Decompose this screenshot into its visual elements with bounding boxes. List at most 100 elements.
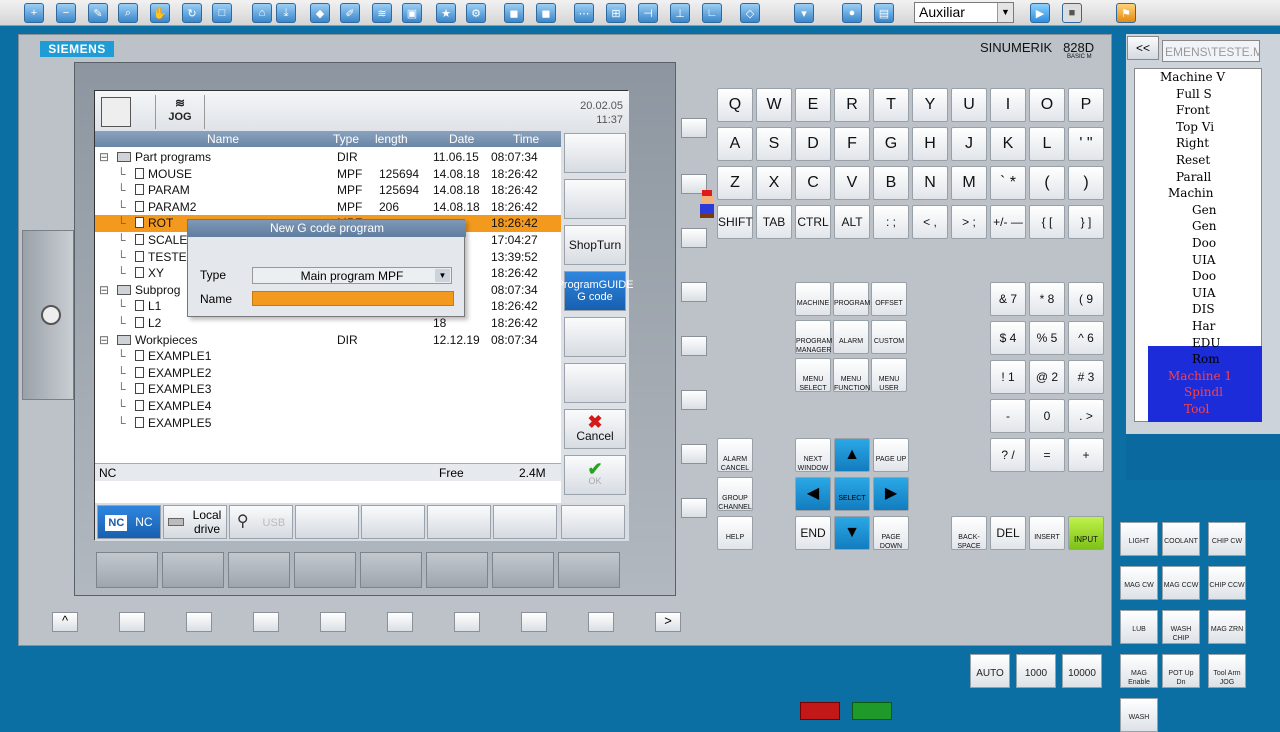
etc-button[interactable]: > <box>655 612 681 632</box>
key-row1-0[interactable]: Q <box>717 88 753 122</box>
tree-node[interactable]: Full S <box>1176 87 1212 101</box>
alarm-cancel-key[interactable]: ALARM CANCEL <box>717 438 753 472</box>
numpad-key-5[interactable]: ^ 6 <box>1068 321 1104 355</box>
machine-key-4[interactable]: MAG CCW <box>1162 566 1200 600</box>
machine-key-1[interactable]: COOLANT <box>1162 522 1200 556</box>
arrow-right-key[interactable]: ▶ <box>873 477 909 511</box>
key-row2-8[interactable]: L <box>1029 127 1065 161</box>
type-select[interactable]: Main program MPF ▼ <box>252 267 452 284</box>
softkey-r1[interactable] <box>564 133 626 173</box>
machine-key-13[interactable]: 1000 <box>1016 654 1056 688</box>
key-row1-6[interactable]: U <box>951 88 987 122</box>
angle-icon[interactable]: ∟ <box>702 3 722 23</box>
model-icon[interactable]: ◆ <box>310 3 330 23</box>
folder-row[interactable]: ⊟ Workpieces DIR 12.12.19 08:07:34 <box>95 332 561 349</box>
hw-softkey[interactable] <box>681 390 707 410</box>
play-icon[interactable]: ▶ <box>1030 3 1050 23</box>
key-row1-5[interactable]: Y <box>912 88 948 122</box>
next-window-key[interactable]: NEXT WINDOW <box>795 438 831 472</box>
nc-button[interactable]: NC NC <box>97 505 161 539</box>
chevron-down-icon[interactable]: ▼ <box>435 269 450 282</box>
stop-icon[interactable]: ■ <box>1062 3 1082 23</box>
machine-key-12[interactable]: AUTO <box>970 654 1010 688</box>
hw-softkey-bottom[interactable] <box>454 612 480 632</box>
key-row2-3[interactable]: F <box>834 127 870 161</box>
select-box-icon[interactable]: □ <box>212 3 232 23</box>
tree-node[interactable]: Doo <box>1192 269 1216 283</box>
help-key[interactable]: HELP <box>717 516 753 550</box>
key-row3-0[interactable]: Z <box>717 166 753 200</box>
tree-node[interactable]: UIA <box>1192 253 1216 267</box>
hw-softkey-bottom[interactable] <box>119 612 145 632</box>
numpad-key-2[interactable]: ( 9 <box>1068 282 1104 316</box>
zoom-in-icon[interactable]: + <box>24 3 44 23</box>
name-input[interactable] <box>252 291 454 306</box>
key-row4-8[interactable]: { [ <box>1029 205 1065 239</box>
func-key-1[interactable]: PROGRAM <box>833 282 870 316</box>
file-row[interactable]: └ EXAMPLE1 <box>95 348 561 365</box>
softkey-b5[interactable] <box>361 505 425 539</box>
hw-softkey-bottom[interactable] <box>320 612 346 632</box>
machine-key-3[interactable]: MAG CW <box>1120 566 1158 600</box>
end-key[interactable]: END <box>795 516 831 550</box>
file-row[interactable]: └ EXAMPLE2 <box>95 365 561 382</box>
numpad-key-7[interactable]: @ 2 <box>1029 360 1065 394</box>
select-key[interactable]: SELECT <box>834 477 870 511</box>
file-row[interactable]: └ EXAMPLE5 <box>95 415 561 432</box>
func-key-8[interactable]: MENU USER <box>871 358 907 392</box>
numpad-key-0[interactable]: & 7 <box>990 282 1026 316</box>
hw-softkey[interactable] <box>681 282 707 302</box>
download-icon[interactable]: ⤓ <box>276 3 296 23</box>
star-icon[interactable]: ★ <box>436 3 456 23</box>
tree-node[interactable]: Right <box>1176 136 1209 150</box>
cart-icon[interactable]: ⚑ <box>1116 3 1136 23</box>
key-row4-2[interactable]: CTRL <box>795 205 831 239</box>
tree-node[interactable]: Har <box>1192 319 1215 333</box>
numpad-key-12[interactable]: ? / <box>990 438 1026 472</box>
page-down-key[interactable]: PAGE DOWN <box>873 516 909 550</box>
path-field[interactable]: EMENS\TESTE.M <box>1162 40 1260 62</box>
numpad-key-8[interactable]: # 3 <box>1068 360 1104 394</box>
hw-softkey-bottom[interactable] <box>186 612 212 632</box>
input-key[interactable]: INPUT <box>1068 516 1104 550</box>
machine-key-5[interactable]: CHIP CCW <box>1208 566 1246 600</box>
file-row[interactable]: └ PARAM MPF 125694 14.08.18 18:26:42 <box>95 182 561 199</box>
key-row2-2[interactable]: D <box>795 127 831 161</box>
cancel-button[interactable]: ✖ Cancel <box>564 409 626 449</box>
tree-node[interactable]: Rom <box>1192 352 1220 366</box>
key-row2-5[interactable]: H <box>912 127 948 161</box>
func-key-4[interactable]: ALARM <box>833 320 869 354</box>
window-switch-icon[interactable] <box>101 97 131 127</box>
arrow-left-key[interactable]: ◀ <box>795 477 831 511</box>
softkey-b7[interactable] <box>493 505 557 539</box>
numpad-key-9[interactable]: - <box>990 399 1026 433</box>
key-row3-5[interactable]: N <box>912 166 948 200</box>
numpad-key-6[interactable]: ! 1 <box>990 360 1026 394</box>
machine-key-10[interactable]: POT Up Dn <box>1162 654 1200 688</box>
tree-node[interactable]: Reset <box>1176 153 1210 167</box>
softkey-r6[interactable] <box>564 363 626 403</box>
machine-key-2[interactable]: CHIP CW <box>1208 522 1246 556</box>
auxiliar-select[interactable]: Auxiliar ▼ <box>914 2 1014 23</box>
usb-button[interactable]: ⚲ USB <box>229 505 293 539</box>
key-row2-9[interactable]: ' " <box>1068 127 1104 161</box>
numpad-key-13[interactable]: = <box>1029 438 1065 472</box>
zoom-window-icon[interactable]: ⌕ <box>118 3 138 23</box>
hw-softkey-bottom[interactable] <box>387 612 413 632</box>
machine-key-11[interactable]: Tool Arm JOG <box>1208 654 1246 688</box>
arrow-down-key[interactable]: ▼ <box>834 516 870 550</box>
hw-softkey[interactable] <box>681 444 707 464</box>
cube-solid-icon[interactable]: ◼ <box>536 3 556 23</box>
key-row1-9[interactable]: P <box>1068 88 1104 122</box>
file-row[interactable]: └ L2 18 18:26:42 <box>95 315 561 332</box>
layers-icon[interactable]: ▤ <box>874 3 894 23</box>
softkey-b4[interactable] <box>295 505 359 539</box>
local-drive-button[interactable]: Local drive <box>163 505 227 539</box>
func-key-6[interactable]: MENU SELECT <box>795 358 831 392</box>
tree-node[interactable]: Front <box>1176 103 1210 117</box>
func-key-7[interactable]: MENU FUNCTION <box>833 358 870 392</box>
key-row3-8[interactable]: ( <box>1029 166 1065 200</box>
tree-node[interactable]: UIA <box>1192 286 1216 300</box>
file-row[interactable]: └ EXAMPLE4 <box>95 398 561 415</box>
tree-node[interactable]: Gen <box>1192 219 1216 233</box>
